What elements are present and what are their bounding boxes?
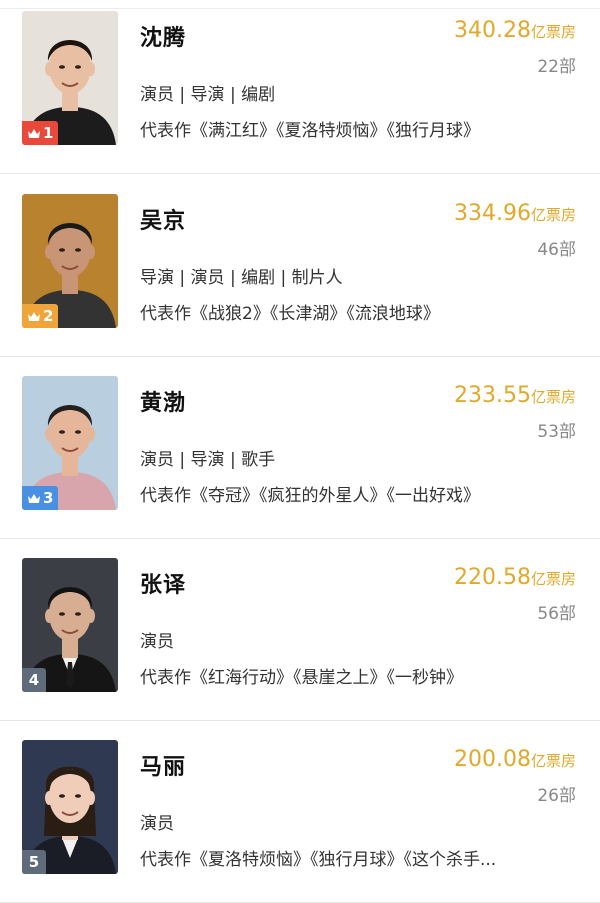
- portrait-eye-right: [75, 248, 81, 252]
- representative-works: 代表作《夺冠》《疯狂的外星人》《一出好戏》: [140, 486, 480, 506]
- film-count: 53部: [537, 422, 576, 442]
- person-roles: 演员 | 导演 | 歌手: [140, 450, 276, 470]
- rank-number: 4: [28, 671, 40, 689]
- ranking-row[interactable]: 5 马丽 200.08亿票房 26部 演员 代表作《夏洛特烦恼》《独行月球》《这…: [0, 721, 600, 903]
- representative-works: 代表作《红海行动》《悬崖之上》《一秒钟》: [140, 668, 463, 688]
- portrait-eye-left: [59, 612, 65, 616]
- portrait-ear-left: [45, 245, 53, 259]
- ranking-row[interactable]: 4 张译 220.58亿票房 56部 演员 代表作《红海行动》《悬崖之上》《一秒…: [0, 539, 600, 721]
- person-name: 黄渤: [140, 391, 187, 416]
- portrait-ear-right: [87, 245, 95, 259]
- avatar[interactable]: 2: [22, 194, 118, 328]
- portrait-eye-right: [75, 430, 81, 434]
- person-roles: 演员 | 导演 | 编剧: [140, 85, 276, 105]
- representative-works: 代表作《夏洛特烦恼》《独行月球》《这个杀手...: [140, 850, 497, 870]
- rank-badge: 5: [22, 850, 46, 874]
- portrait-eye-left: [59, 248, 65, 252]
- person-roles: 导演 | 演员 | 编剧 | 制片人: [140, 268, 343, 288]
- portrait-ear-left: [45, 791, 53, 805]
- box-office-unit: 亿票房: [530, 752, 576, 770]
- portrait-eye-right: [75, 612, 81, 616]
- box-office-total: 233.55亿票房: [454, 383, 576, 408]
- ranking-row[interactable]: 1 沈腾 340.28亿票房 22部 演员 | 导演 | 编剧 代表作《满江红》…: [0, 0, 600, 174]
- portrait-ear-left: [45, 427, 53, 441]
- portrait-eye-left: [59, 65, 65, 69]
- representative-works: 代表作《满江红》《夏洛特烦恼》《独行月球》: [140, 121, 480, 141]
- rank-badge: 4: [22, 668, 46, 692]
- box-office-unit: 亿票房: [530, 206, 576, 224]
- film-count: 22部: [537, 57, 576, 77]
- avatar[interactable]: 3: [22, 376, 118, 510]
- rank-number: 5: [28, 853, 40, 871]
- box-office-value: 200.08: [454, 747, 531, 772]
- avatar[interactable]: 4: [22, 558, 118, 692]
- portrait-eye-left: [59, 430, 65, 434]
- box-office-value: 220.58: [454, 565, 531, 590]
- person-name: 马丽: [140, 755, 187, 780]
- rank-number: 3: [43, 489, 54, 507]
- avatar[interactable]: 1: [22, 11, 118, 145]
- rank-badge: 1: [22, 121, 59, 145]
- avatar[interactable]: 5: [22, 740, 118, 874]
- portrait-ear-left: [45, 609, 53, 623]
- film-count: 56部: [537, 604, 576, 624]
- crown-icon: [27, 311, 41, 322]
- ranking-row[interactable]: 2 吴京 334.96亿票房 46部 导演 | 演员 | 编剧 | 制片人 代表…: [0, 175, 600, 357]
- ranking-row[interactable]: 3 黄渤 233.55亿票房 53部 演员 | 导演 | 歌手 代表作《夺冠》《…: [0, 357, 600, 539]
- rank-badge: 2: [22, 304, 59, 328]
- crown-icon: [27, 493, 41, 504]
- box-office-unit: 亿票房: [530, 388, 576, 406]
- box-office-total: 340.28亿票房: [454, 18, 576, 43]
- box-office-total: 334.96亿票房: [454, 201, 576, 226]
- box-office-value: 334.96: [454, 201, 531, 226]
- box-office-unit: 亿票房: [530, 23, 576, 41]
- person-name: 吴京: [140, 209, 187, 234]
- box-office-unit: 亿票房: [530, 570, 576, 588]
- film-count: 46部: [537, 240, 576, 260]
- crown-icon: [27, 128, 41, 139]
- portrait-eye-right: [75, 794, 81, 798]
- person-roles: 演员: [140, 632, 174, 652]
- row-divider: [0, 173, 600, 174]
- person-name: 张译: [140, 573, 187, 598]
- portrait-ear-right: [87, 427, 95, 441]
- portrait-eye-right: [75, 65, 81, 69]
- person-name: 沈腾: [140, 26, 187, 51]
- portrait-ear-right: [87, 609, 95, 623]
- portrait-eye-left: [59, 794, 65, 798]
- box-office-value: 233.55: [454, 383, 531, 408]
- portrait-ear-right: [87, 791, 95, 805]
- portrait-ear-right: [87, 62, 95, 76]
- film-count: 26部: [537, 786, 576, 806]
- representative-works: 代表作《战狼2》《长津湖》《流浪地球》: [140, 304, 440, 324]
- box-office-total: 220.58亿票房: [454, 565, 576, 590]
- rank-badge: 3: [22, 486, 59, 510]
- box-office-total: 200.08亿票房: [454, 747, 576, 772]
- person-roles: 演员: [140, 814, 174, 834]
- box-office-value: 340.28: [454, 18, 531, 43]
- portrait-ear-left: [45, 62, 53, 76]
- rank-number: 1: [43, 124, 54, 142]
- rank-number: 2: [43, 307, 54, 325]
